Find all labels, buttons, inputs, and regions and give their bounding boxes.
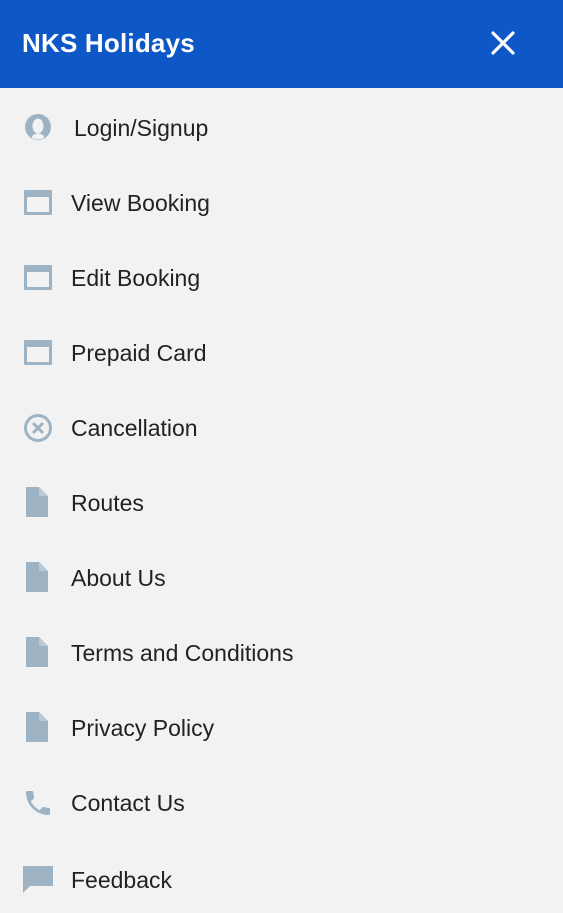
calendar-icon <box>22 186 54 218</box>
menu-item-label: Privacy Policy <box>71 715 215 741</box>
calendar-icon <box>22 261 54 293</box>
menu-item-label: About Us <box>71 565 166 591</box>
menu-item-terms-and-conditions[interactable]: Terms and Conditions <box>0 613 563 688</box>
menu-item-contact-us[interactable]: Contact Us <box>0 763 563 838</box>
document-icon <box>22 711 54 743</box>
menu-item-edit-booking[interactable]: Edit Booking <box>0 238 563 313</box>
menu-item-privacy-policy[interactable]: Privacy Policy <box>0 688 563 763</box>
menu-item-login-signup[interactable]: Login/Signup <box>0 88 563 163</box>
menu-item-label: Edit Booking <box>71 265 201 291</box>
chat-icon <box>22 864 54 896</box>
menu-item-label: Routes <box>71 490 144 516</box>
menu-item-label: Terms and Conditions <box>71 640 294 666</box>
document-icon <box>22 486 54 518</box>
phone-icon <box>22 787 54 819</box>
calendar-icon <box>22 336 54 368</box>
cancel-circle-icon <box>22 412 54 444</box>
menu-item-label: Login/Signup <box>74 115 209 141</box>
menu-item-label: Contact Us <box>71 790 185 816</box>
menu-item-label: Prepaid Card <box>71 340 207 366</box>
menu-item-prepaid-card[interactable]: Prepaid Card <box>0 313 563 388</box>
document-icon <box>22 561 54 593</box>
menu-item-label: Feedback <box>71 867 173 893</box>
menu-item-label: Cancellation <box>71 415 198 441</box>
menu-item-feedback[interactable]: Feedback <box>0 838 563 913</box>
close-button[interactable] <box>484 24 522 62</box>
app-title: NKS Holidays <box>22 28 195 58</box>
account-icon <box>22 111 54 143</box>
document-icon <box>22 636 54 668</box>
menu-item-about-us[interactable]: About Us <box>0 538 563 613</box>
menu-item-view-booking[interactable]: View Booking <box>0 163 563 238</box>
menu-item-label: View Booking <box>71 190 210 216</box>
app-header: NKS Holidays <box>0 0 563 88</box>
menu-item-routes[interactable]: Routes <box>0 463 563 538</box>
close-icon <box>491 31 515 55</box>
menu-item-cancellation[interactable]: Cancellation <box>0 388 563 463</box>
